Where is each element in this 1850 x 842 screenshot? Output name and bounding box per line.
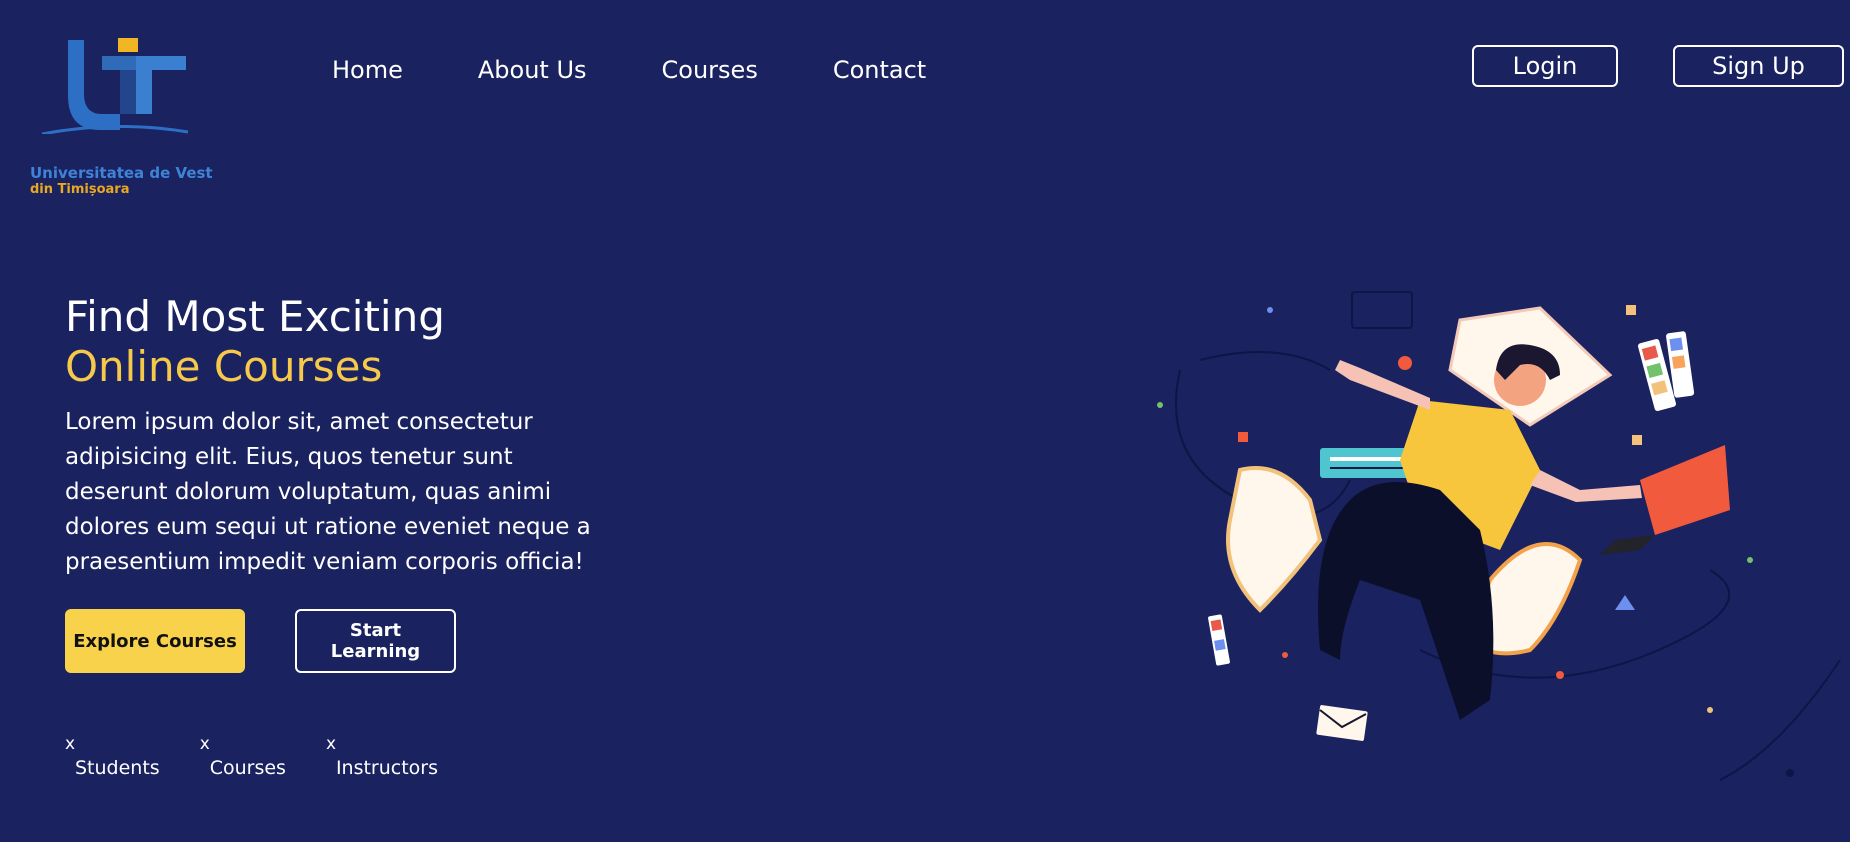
uvt-logo-icon [41, 38, 189, 134]
start-learning-button[interactable]: Start Learning [295, 609, 456, 673]
hero-illustration-icon [1157, 291, 1841, 781]
logo-text-line2: din Timișoara [30, 182, 130, 197]
signup-button[interactable]: Sign Up [1673, 45, 1844, 87]
main-nav: Home About Us Courses Contact [332, 52, 926, 88]
explore-courses-button[interactable]: Explore Courses [65, 609, 245, 673]
logo-text-line1: Universitatea de Vest [30, 164, 213, 182]
stat-courses: x Courses [200, 733, 286, 781]
nav-courses[interactable]: Courses [662, 52, 758, 88]
hero-title-line2: Online Courses [65, 342, 383, 391]
stat-value: x [199, 734, 210, 754]
login-button[interactable]: Login [1472, 45, 1618, 87]
stat-label: Courses [209, 757, 286, 779]
nav-contact[interactable]: Contact [833, 52, 926, 88]
landing-page: Universitatea de Vest din Timișoara Home… [0, 0, 1850, 842]
hero-title-line1: Find Most Exciting [65, 292, 445, 341]
stat-value: x [65, 734, 76, 754]
stat-students: x Students [65, 733, 160, 781]
stat-label: Students [75, 757, 160, 779]
stats-row: x Students x Courses x Instructors [65, 733, 478, 781]
nav-home[interactable]: Home [332, 52, 403, 88]
stat-value: x [325, 734, 336, 754]
nav-about-us[interactable]: About Us [478, 52, 587, 88]
stat-instructors: x Instructors [326, 733, 438, 781]
stat-label: Instructors [335, 757, 439, 779]
university-logo[interactable]: Universitatea de Vest din Timișoara [20, 34, 213, 199]
hero-description: Lorem ipsum dolor sit, amet consectetur … [65, 409, 591, 575]
